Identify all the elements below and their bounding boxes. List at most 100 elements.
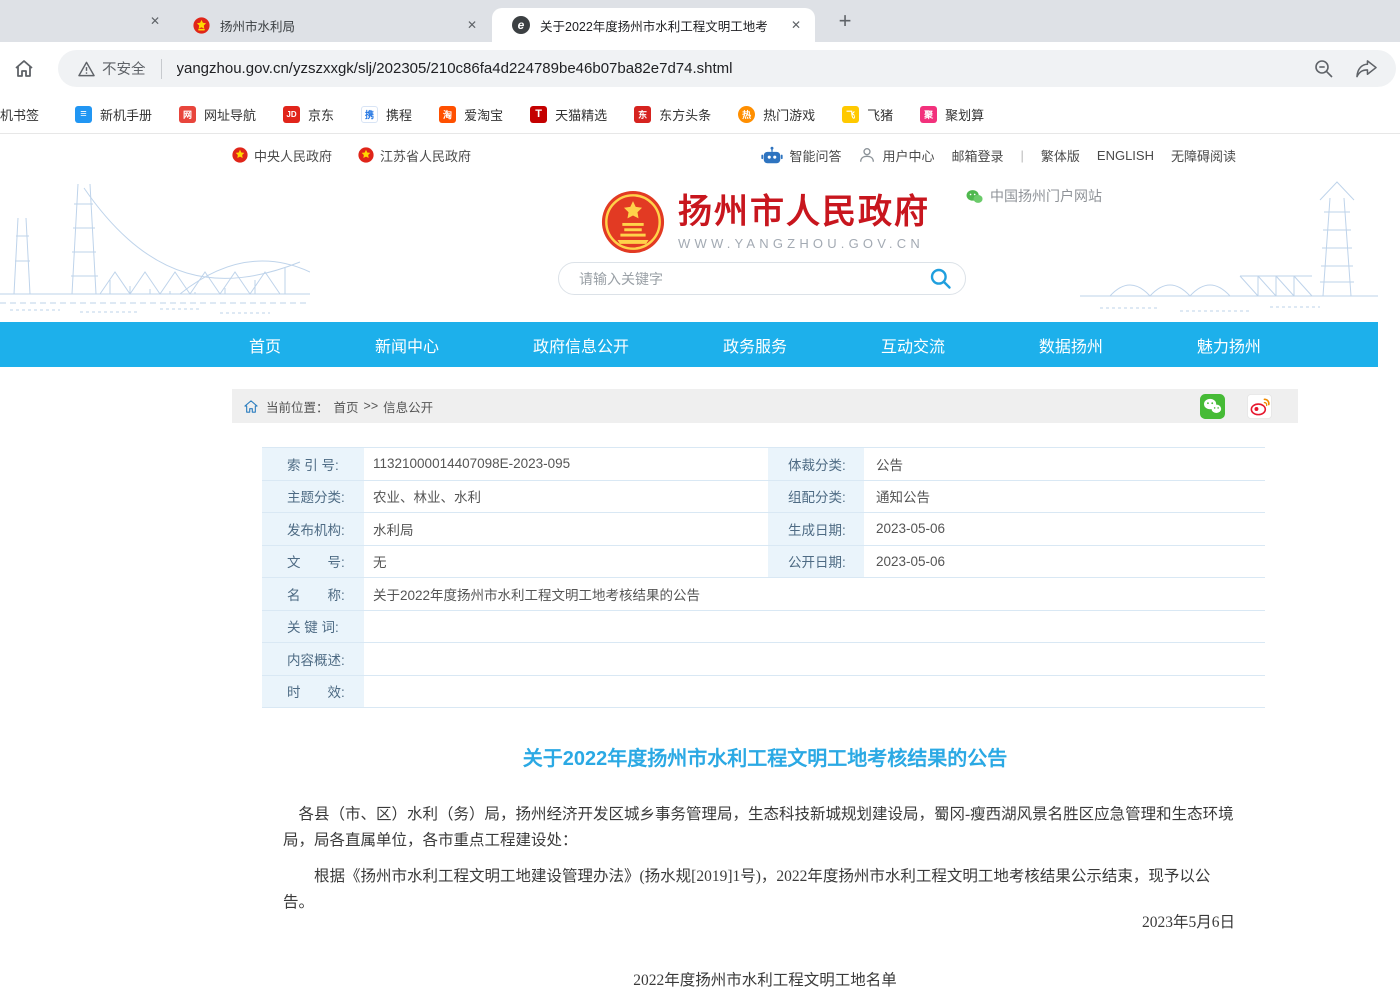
person-icon [858,146,876,164]
home-icon[interactable] [10,56,38,82]
bookmark-item[interactable]: 网 网址导航 [179,105,256,124]
home-icon[interactable] [244,400,258,413]
gov-emblem-icon [232,147,248,163]
bookmark-label: 热门游戏 [763,105,815,124]
bookmark-item[interactable]: 聚 聚划算 [920,105,984,124]
bookmark-item[interactable]: 热 热门游戏 [738,105,815,124]
meta-value: 2023-05-06 [865,546,1265,578]
address-bar[interactable]: 不安全 yangzhou.gov.cn/yzszxxgk/slj/202305/… [58,50,1396,87]
meta-label: 文 号: [262,546,365,578]
meta-value: 通知公告 [865,481,1265,513]
table-row: 文 号: 无 公开日期: 2023-05-06 [262,546,1265,579]
meta-value [365,611,1265,643]
bookmark-item[interactable]: JD 京东 [283,105,334,124]
robot-icon [761,146,783,165]
bookmark-item[interactable]: 携 携程 [361,105,412,124]
article-list-title: 2022年度扬州市水利工程文明工地名单 [232,968,1298,990]
table-row: 时 效: [262,676,1265,709]
breadcrumb-home-link[interactable]: 首页 [334,397,359,416]
traditional-link[interactable]: 繁体版 [1041,146,1080,165]
tab-announcement[interactable]: e 关于2022年度扬州市水利工程文明工地考 ✕ [492,8,815,42]
nav-item-home[interactable]: 首页 [249,333,281,357]
bridge-art-left [0,176,310,318]
site-header: 扬州市人民政府 WWW.YANGZHOU.GOV.CN 中国扬州门户网站 [0,176,1378,322]
table-row: 主题分类: 农业、林业、水利 组配分类: 通知公告 [262,481,1265,514]
user-center-link[interactable]: 用户中心 [858,146,934,165]
smart-qa-label: 智能问答 [789,146,841,165]
meta-value: 农业、林业、水利 [365,481,768,513]
search-icon[interactable] [928,266,953,291]
site-search [558,262,966,295]
nav-item-info-disclosure[interactable]: 政府信息公开 [533,333,629,357]
gov-top-bar: 中央人民政府 江苏省人民政府 智能问答 用户中心 邮箱登录 | 繁体版 ENGL… [0,134,1378,176]
site-logo[interactable]: 扬州市人民政府 WWW.YANGZHOU.GOV.CN [600,189,930,255]
bookmark-partial[interactable]: 机书签 [0,105,48,124]
divider: | [1021,148,1024,163]
meta-value: 公告 [865,448,1265,480]
nav-item-services[interactable]: 政务服务 [723,333,787,357]
document-meta-table: 索 引 号: 11321000014407098E-2023-095 体裁分类:… [262,447,1265,708]
bookmark-label: 京东 [308,105,334,124]
close-icon[interactable]: ✕ [146,12,164,30]
table-row: 名 称: 关于2022年度扬州市水利工程文明工地考核结果的公告 [262,578,1265,611]
browser-window: ✕ 扬州市水利局 ✕ e 关于2022年度扬州市水利工程文明工地考 ✕ + 不安… [0,0,1400,997]
bookmark-icon: ≡ [75,106,92,123]
bookmark-icon: 东 [634,106,651,123]
security-label: 不安全 [102,58,146,79]
zoom-out-icon[interactable] [1313,58,1335,80]
nav-item-data[interactable]: 数据扬州 [1039,333,1103,357]
search-input[interactable] [577,270,928,288]
bookmark-item[interactable]: ≡ 新机手册 [75,105,152,124]
breadcrumb: 当前位置： 首页 >> 信息公开 [232,389,1298,423]
meta-label: 内容概述: [262,643,365,675]
new-tab-button[interactable]: + [830,7,860,35]
nav-item-charm[interactable]: 魅力扬州 [1197,333,1261,357]
link-jiangsu-gov[interactable]: 江苏省人民政府 [358,146,471,165]
main-nav: 首页 新闻中心 政府信息公开 政务服务 互动交流 数据扬州 魅力扬州 [0,322,1378,367]
bookmark-item[interactable]: 东 东方头条 [634,105,711,124]
bookmark-label: 天猫精选 [555,105,607,124]
close-icon[interactable]: ✕ [787,16,805,34]
national-emblem-icon [600,189,666,255]
divider [161,59,162,79]
bookmarks-bar: 机书签 ≡ 新机手册 网 网址导航 JD 京东 携 携程 淘 爱淘宝 T 天猫精… [0,95,1400,134]
wechat-share-icon[interactable] [1200,394,1225,419]
smart-qa-link[interactable]: 智能问答 [761,146,841,165]
nav-item-interaction[interactable]: 互动交流 [881,333,945,357]
article-date: 2023年5月6日 [283,910,1235,932]
bookmark-label: 新机手册 [100,105,152,124]
bookmark-icon: T [530,106,547,123]
breadcrumb-separator: >> [364,399,379,413]
gov-emblem-icon [193,17,210,34]
article-paragraph: 根据《扬州市水利工程文明工地建设管理办法》(扬水规[2019]1号)，2022年… [283,864,1235,916]
bookmark-item[interactable]: T 天猫精选 [530,105,607,124]
portal-link[interactable]: 中国扬州门户网站 [966,186,1102,206]
meta-value: 水利局 [365,513,768,545]
bookmark-icon: 飞 [842,106,859,123]
bookmark-item[interactable]: 飞 飞猪 [842,105,893,124]
meta-label: 关 键 词: [262,611,365,643]
warning-icon[interactable] [78,61,95,77]
url-text[interactable]: yangzhou.gov.cn/yzszxxgk/slj/202305/210c… [177,60,733,77]
bookmark-icon: 携 [361,106,378,123]
tab-water-bureau[interactable]: 扬州市水利局 ✕ [175,8,491,42]
breadcrumb-current-link[interactable]: 信息公开 [383,397,433,416]
bookmark-icon: 网 [179,106,196,123]
weibo-share-icon[interactable] [1247,394,1272,419]
bookmark-item[interactable]: 淘 爱淘宝 [439,105,503,124]
bridge-art-right [1080,176,1378,318]
nav-item-news[interactable]: 新闻中心 [375,333,439,357]
table-row: 发布机构: 水利局 生成日期: 2023-05-06 [262,513,1265,546]
site-favicon-icon: e [512,16,530,34]
meta-label: 组配分类: [768,481,865,513]
link-central-gov[interactable]: 中央人民政府 [232,146,332,165]
share-icon[interactable] [1355,58,1378,79]
english-link[interactable]: ENGLISH [1097,148,1154,163]
tab-title: 关于2022年度扬州市水利工程文明工地考 [540,16,781,35]
gov-link-label: 江苏省人民政府 [380,146,471,165]
mail-login-link[interactable]: 邮箱登录 [951,146,1003,165]
gov-emblem-icon [358,147,374,163]
accessibility-link[interactable]: 无障碍阅读 [1171,146,1236,165]
close-icon[interactable]: ✕ [463,16,481,34]
bookmark-icon: 聚 [920,106,937,123]
